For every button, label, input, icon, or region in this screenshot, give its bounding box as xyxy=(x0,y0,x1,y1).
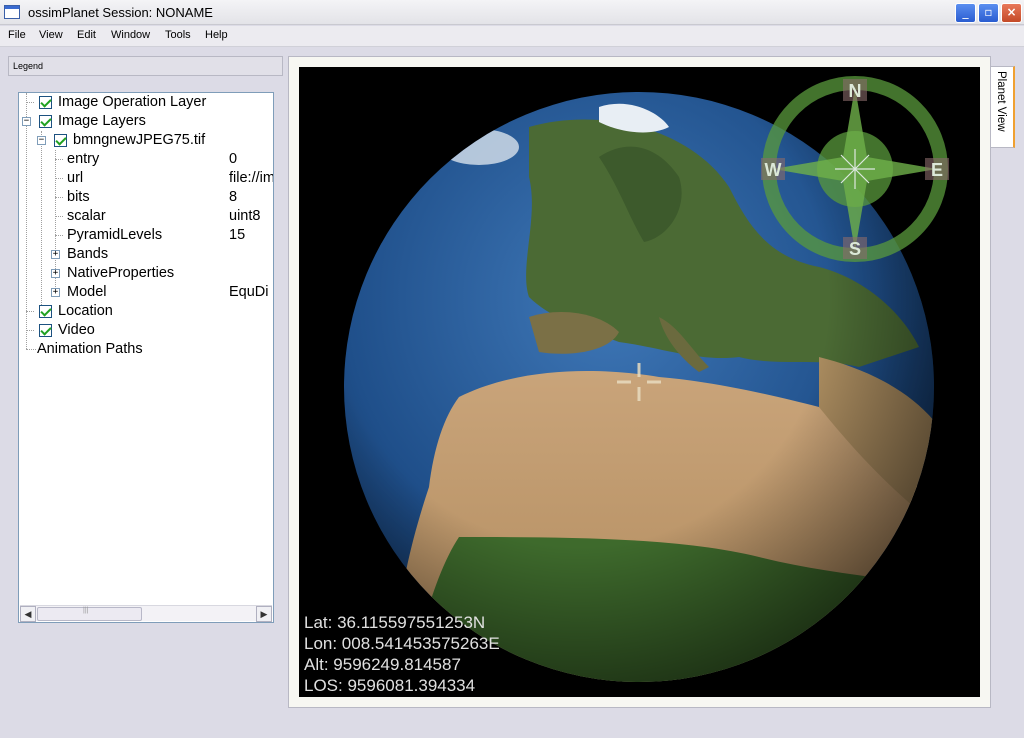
tree-item-label: Bands xyxy=(67,246,109,262)
menu-bar: File View Edit Window Tools Help xyxy=(0,26,1024,47)
tree-item-label: Model xyxy=(67,284,107,300)
property-value: uint8 xyxy=(229,208,261,224)
scroll-thumb[interactable] xyxy=(37,607,142,621)
compass-icon[interactable]: N S W E xyxy=(755,73,955,263)
tree-item-native-properties[interactable]: + NativeProperties xyxy=(19,264,273,283)
menu-tools[interactable]: Tools xyxy=(165,29,191,41)
property-key: url xyxy=(67,170,84,186)
tree-item-image-layers[interactable]: − Image Layers xyxy=(19,112,273,131)
tree-item-video[interactable]: Video xyxy=(19,321,273,340)
tree-item-label: Location xyxy=(58,303,113,319)
menu-view[interactable]: View xyxy=(39,29,63,41)
tree-item-label: Image Operation Layer xyxy=(58,94,207,110)
menu-file[interactable]: File xyxy=(8,29,26,41)
title-bar: ossimPlanet Session: NONAME _ ▫ × xyxy=(0,0,1024,25)
tree-item-animation-paths[interactable]: Animation Paths xyxy=(19,340,273,359)
planet-view-canvas[interactable]: N S W E xyxy=(299,67,980,697)
checkbox-image-layers[interactable] xyxy=(39,115,52,128)
property-key: PyramidLevels xyxy=(67,227,163,243)
tree-item-label: Image Layers xyxy=(58,113,146,129)
compass-east: E xyxy=(931,160,943,180)
latitude-readout: Lat: 36.115597551253N xyxy=(304,613,486,632)
layer-tree[interactable]: Image Operation Layer − Image Layers − b… xyxy=(18,92,274,623)
expand-icon[interactable]: + xyxy=(51,250,60,259)
expand-icon[interactable]: + xyxy=(51,269,60,278)
restore-button[interactable]: ▫ xyxy=(978,3,999,23)
tree-item-label: Animation Paths xyxy=(37,341,143,357)
property-row[interactable]: bits 8 xyxy=(19,188,273,207)
tree-item-location[interactable]: Location xyxy=(19,302,273,321)
property-value: 15 xyxy=(229,227,246,243)
checkbox-video[interactable] xyxy=(39,324,52,337)
property-row[interactable]: url file://im xyxy=(19,169,273,188)
los-readout: LOS: 9596081.394334 xyxy=(304,676,476,695)
tree-item-model[interactable]: + Model EquDi xyxy=(19,283,273,302)
compass-north: N xyxy=(849,81,862,101)
compass-south: S xyxy=(849,239,861,259)
altitude-readout: Alt: 9596249.814587 xyxy=(304,655,461,674)
expand-icon[interactable]: + xyxy=(51,288,60,297)
horizontal-scrollbar[interactable]: ◀ ▶ xyxy=(20,605,272,622)
app-window-icon xyxy=(4,5,20,19)
tree-item-file[interactable]: − bmngnewJPEG75.tif xyxy=(19,131,273,150)
property-row[interactable]: PyramidLevels 15 xyxy=(19,226,273,245)
scroll-left-button[interactable]: ◀ xyxy=(20,606,36,622)
property-value: 8 xyxy=(229,189,238,205)
tab-label: Planet View xyxy=(995,71,1007,132)
window-title: ossimPlanet Session: NONAME xyxy=(28,5,213,20)
tree-item-label: NativeProperties xyxy=(67,265,175,281)
tree-item-label: bmngnewJPEG75.tif xyxy=(73,132,206,148)
collapse-icon[interactable]: − xyxy=(22,117,31,126)
close-button[interactable]: × xyxy=(1001,3,1022,23)
tab-planet-view[interactable]: Planet View xyxy=(991,66,1015,148)
property-row[interactable]: entry 0 xyxy=(19,150,273,169)
property-key: bits xyxy=(67,189,90,205)
menu-help[interactable]: Help xyxy=(205,29,228,41)
collapse-icon[interactable]: − xyxy=(37,136,46,145)
property-key: scalar xyxy=(67,208,106,224)
checkbox-image-operation-layer[interactable] xyxy=(39,96,52,109)
longitude-readout: Lon: 008.541453575263E xyxy=(304,634,500,653)
tree-item-image-operation-layer[interactable]: Image Operation Layer xyxy=(19,93,273,112)
property-value: EquDi xyxy=(229,284,269,300)
minimize-button[interactable]: _ xyxy=(955,3,976,23)
compass-west: W xyxy=(765,160,782,180)
legend-header[interactable]: Legend xyxy=(8,56,283,76)
property-value: 0 xyxy=(229,151,238,167)
checkbox-file[interactable] xyxy=(54,134,67,147)
menu-window[interactable]: Window xyxy=(111,29,150,41)
property-value: file://im xyxy=(229,170,274,186)
checkbox-location[interactable] xyxy=(39,305,52,318)
property-row[interactable]: scalar uint8 xyxy=(19,207,273,226)
scroll-right-button[interactable]: ▶ xyxy=(256,606,272,622)
menu-edit[interactable]: Edit xyxy=(77,29,96,41)
tree-item-label: Video xyxy=(58,322,95,338)
property-key: entry xyxy=(67,151,100,167)
coordinate-readout: Lat: 36.115597551253N Lon: 008.541453575… xyxy=(304,612,500,696)
tree-item-bands[interactable]: + Bands xyxy=(19,245,273,264)
